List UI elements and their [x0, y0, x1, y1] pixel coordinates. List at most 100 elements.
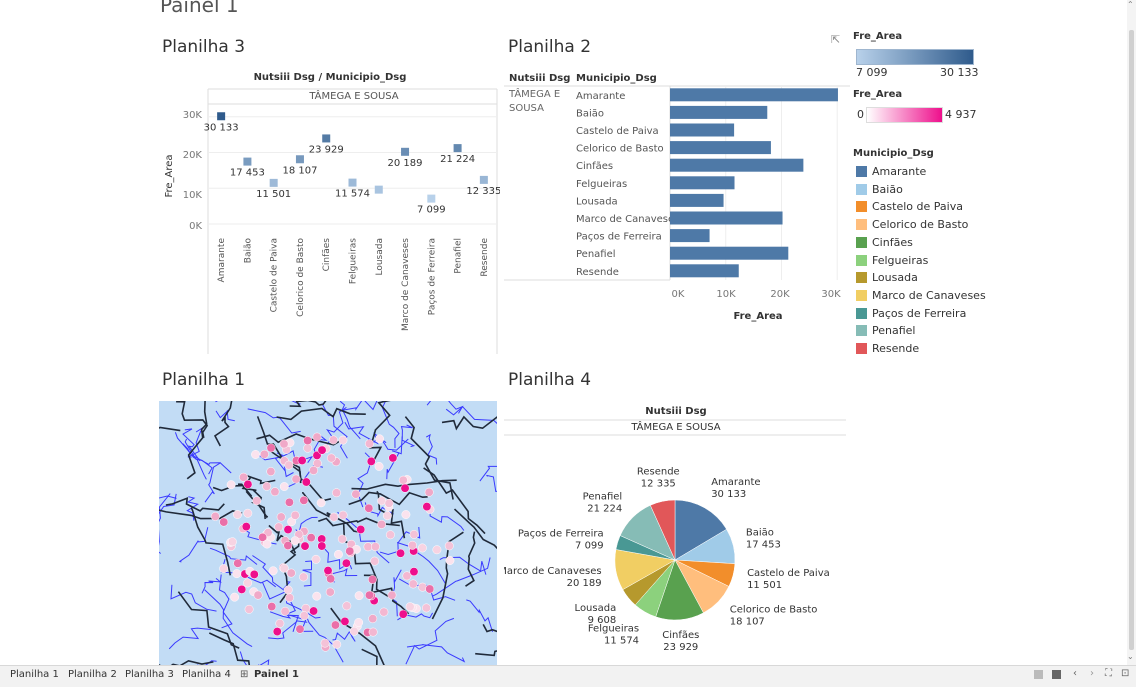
map-point[interactable]	[262, 481, 272, 491]
map-point[interactable]	[370, 542, 380, 552]
sheet2-bar-marco-de-canaveses[interactable]	[670, 211, 783, 225]
popout-icon[interactable]: ⇱	[831, 33, 840, 46]
tab-painel-1[interactable]: Painel 1	[254, 669, 299, 680]
map-point[interactable]	[401, 510, 411, 520]
sheet2-bar-penafiel[interactable]	[670, 246, 789, 260]
map-point[interactable]	[332, 488, 341, 498]
map-point[interactable]	[284, 460, 294, 470]
map-point[interactable]	[377, 519, 387, 529]
map-point[interactable]	[422, 502, 432, 512]
map-point[interactable]	[272, 627, 282, 637]
map-point[interactable]	[262, 539, 272, 549]
map-point[interactable]	[424, 487, 434, 497]
map-point[interactable]	[300, 541, 310, 551]
map-point[interactable]	[366, 456, 376, 466]
scroll-down-icon[interactable]: ⌄	[1127, 652, 1134, 661]
map-point[interactable]	[226, 480, 236, 490]
sheet3-mark-penafiel[interactable]	[453, 144, 462, 153]
scroll-up-icon[interactable]: ⌃	[1127, 0, 1134, 9]
map-point[interactable]	[375, 434, 385, 444]
map-point[interactable]	[252, 496, 262, 506]
map-point[interactable]	[210, 511, 220, 521]
map-point[interactable]	[334, 549, 343, 559]
sheet2-bar-felgueiras[interactable]	[670, 176, 735, 190]
prev-sheet-icon[interactable]: ‹	[1073, 668, 1077, 679]
map-point[interactable]	[326, 574, 336, 584]
map-point[interactable]	[243, 508, 253, 518]
map-point[interactable]	[244, 604, 254, 614]
map-point[interactable]	[291, 474, 301, 484]
map-point[interactable]	[342, 601, 352, 611]
map-point[interactable]	[283, 525, 293, 535]
legend-item-penafiel[interactable]: Penafiel	[856, 322, 915, 339]
map-point[interactable]	[340, 616, 350, 626]
map-point[interactable]	[398, 609, 408, 619]
map-point[interactable]	[370, 556, 380, 566]
map-point[interactable]	[320, 638, 330, 648]
map-point[interactable]	[421, 603, 431, 613]
legend-item-felgueiras[interactable]: Felgueiras	[856, 252, 928, 269]
map-point[interactable]	[349, 626, 359, 636]
map-point[interactable]	[329, 512, 339, 522]
legend-item-lousada[interactable]: Lousada	[856, 269, 918, 286]
sheet3-mark-pacos-de-ferreira[interactable]	[427, 194, 436, 203]
map-point[interactable]	[232, 569, 242, 579]
map-point[interactable]	[317, 541, 327, 551]
sheet2-bar-lousada[interactable]	[670, 193, 724, 207]
sheet3-mark-amarante[interactable]	[217, 112, 226, 121]
map-point[interactable]	[330, 620, 340, 630]
sheet2-bar-castelo-de-paiva[interactable]	[670, 123, 735, 137]
tab-planilha-3[interactable]: Planilha 3	[125, 669, 174, 680]
sheet-sorter-icon[interactable]	[1034, 670, 1043, 679]
map-point[interactable]	[230, 592, 240, 602]
sheet2-bar-pacos-de-ferreira[interactable]	[670, 229, 710, 243]
map-point[interactable]	[398, 475, 408, 485]
map-point[interactable]	[283, 585, 293, 595]
legend-item-celorico-de-basto[interactable]: Celorico de Basto	[856, 216, 968, 233]
map-point[interactable]	[312, 591, 322, 601]
map-point[interactable]	[388, 453, 398, 463]
map-point[interactable]	[363, 542, 373, 552]
map-point[interactable]	[338, 510, 348, 520]
map-point[interactable]	[408, 579, 418, 589]
sheet2-chart[interactable]: Nutsiii Dsg Municipio_Dsg TÂMEGA E SOUSA…	[504, 66, 850, 326]
map-point[interactable]	[332, 639, 342, 649]
next-sheet-icon[interactable]: ›	[1090, 668, 1094, 679]
map-point[interactable]	[444, 541, 454, 551]
legend-item-baiao[interactable]: Baião	[856, 181, 903, 198]
map-point[interactable]	[237, 584, 247, 594]
map-point[interactable]	[368, 575, 377, 584]
map-point[interactable]	[306, 533, 316, 543]
map-point[interactable]	[425, 584, 435, 594]
map-point[interactable]	[379, 607, 389, 617]
map-point[interactable]	[253, 590, 263, 600]
legend-item-marco-de-canaveses[interactable]: Marco de Canaveses	[856, 287, 986, 304]
map-point[interactable]	[241, 522, 251, 532]
map-point[interactable]	[280, 606, 290, 616]
map-point[interactable]	[290, 510, 300, 520]
map-point[interactable]	[299, 572, 308, 582]
map-point[interactable]	[396, 548, 405, 558]
map-point[interactable]	[275, 619, 285, 628]
map-point[interactable]	[227, 537, 237, 547]
map-point[interactable]	[364, 503, 374, 513]
map-point[interactable]	[328, 435, 338, 445]
map-point[interactable]	[299, 611, 309, 621]
sheet3-mark-celorico-de-basto[interactable]	[295, 155, 304, 164]
map-point[interactable]	[290, 536, 300, 546]
map-point[interactable]	[354, 617, 364, 627]
map-point[interactable]	[323, 566, 333, 576]
map-point[interactable]	[311, 554, 321, 564]
map-point[interactable]	[297, 456, 307, 465]
tab-planilha-1[interactable]: Planilha 1	[10, 669, 59, 680]
map-point[interactable]	[351, 489, 361, 499]
map-point[interactable]	[409, 567, 419, 577]
map-point[interactable]	[432, 545, 442, 555]
map-point[interactable]	[341, 558, 351, 568]
map-point[interactable]	[266, 443, 276, 453]
map-point[interactable]	[385, 530, 395, 540]
tab-planilha-4[interactable]: Planilha 4	[182, 669, 231, 680]
map-point[interactable]	[368, 614, 378, 624]
map-point[interactable]	[338, 435, 348, 445]
map-point[interactable]	[312, 432, 322, 442]
